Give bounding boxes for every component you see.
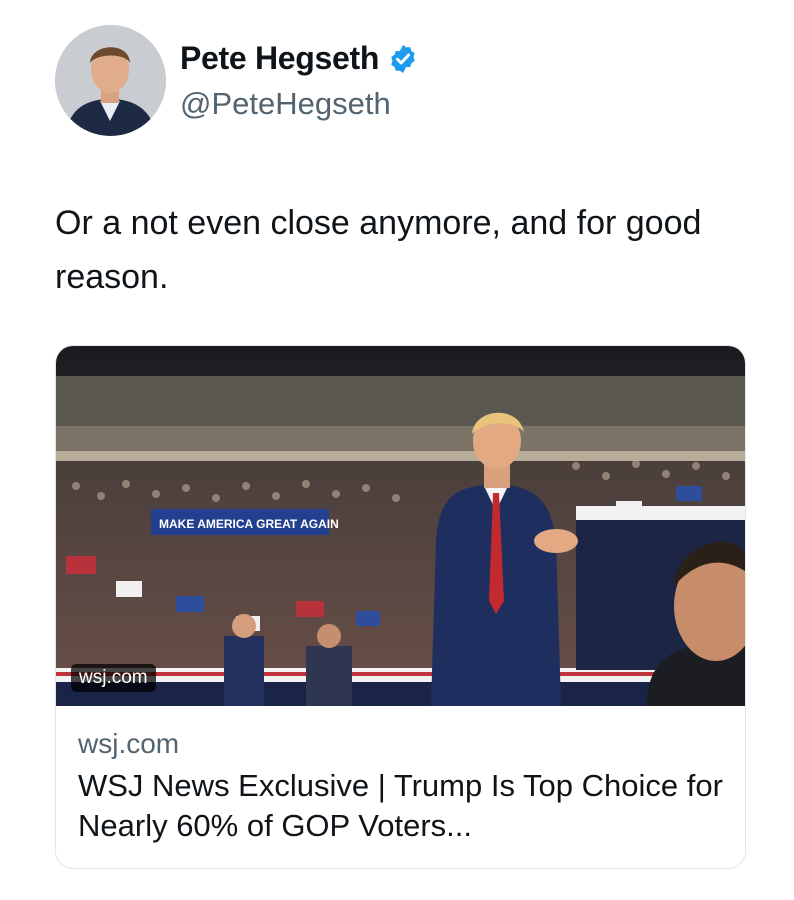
link-card-footer[interactable]: wsj.com WSJ News Exclusive | Trump Is To… — [56, 706, 745, 846]
link-card-image[interactable]: MAKE AMERICA GREAT AGAIN wsj.com — [56, 346, 745, 706]
link-card-title[interactable]: WSJ News Exclusive | Trump Is Top Choice… — [78, 766, 723, 846]
link-preview-card[interactable]: MAKE AMERICA GREAT AGAIN wsj.com wsj.com… — [55, 345, 746, 869]
link-card-domain: wsj.com — [78, 728, 180, 759]
avatar-photo — [55, 25, 166, 136]
rally-photo: MAKE AMERICA GREAT AGAIN — [56, 346, 745, 706]
author-avatar[interactable] — [55, 25, 166, 136]
author-handle[interactable]: @PeteHegseth — [180, 86, 391, 122]
author-name-row[interactable]: Pete Hegseth — [180, 40, 419, 77]
author-display-name[interactable]: Pete Hegseth — [180, 40, 379, 77]
verified-badge-icon — [387, 43, 419, 75]
maga-banner-text: MAKE AMERICA GREAT AGAIN — [159, 517, 339, 531]
tweet-text: Or a not even close anymore, and for goo… — [55, 204, 702, 296]
image-domain-badge: wsj.com — [71, 664, 156, 692]
